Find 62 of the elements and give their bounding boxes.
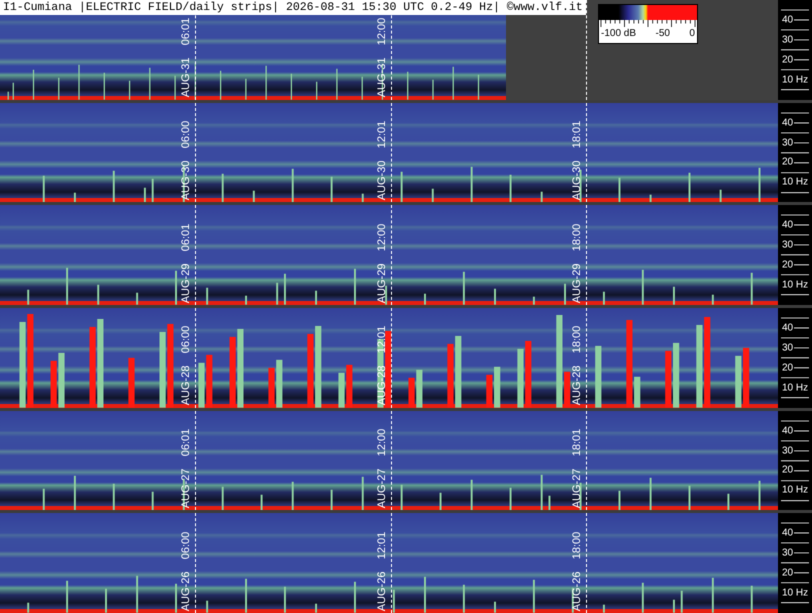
time-label: 18:01: [570, 429, 583, 457]
time-label: 12:00: [376, 18, 388, 46]
time-label: 18:00: [570, 326, 583, 354]
frequency-label: 40: [781, 425, 794, 436]
frequency-label: 40: [781, 117, 794, 128]
time-label: 12:00: [376, 224, 388, 252]
frequency-label: 30: [781, 342, 794, 354]
frequency-label: 10 Hz: [781, 176, 810, 188]
date-label: AUG-28: [376, 366, 388, 406]
date-label: AUG-29: [570, 263, 583, 304]
frequency-label: 10 Hz: [781, 280, 810, 291]
time-label: 06:00: [180, 326, 192, 354]
scale-label: -50: [656, 28, 670, 39]
frequency-label: 20: [781, 362, 794, 374]
frequency-label: 10 Hz: [781, 588, 810, 599]
frequency-label: 40: [781, 220, 794, 231]
time-label: 12:01: [376, 532, 388, 560]
date-label: AUG-30: [376, 160, 388, 200]
time-label: 06:00: [180, 532, 192, 560]
frequency-label: 10 Hz: [781, 382, 810, 394]
frequency-label: 20: [781, 464, 794, 476]
date-label: AUG-27: [570, 468, 583, 508]
frequency-label: 40: [781, 528, 794, 539]
time-label: 06:01: [180, 429, 192, 457]
chart-title: I1-Cumiana |ELECTRIC FIELD/daily strips| 2026-08-31 15:30 UTC 0.2-49 Hz| ©www.vlf.it: [0, 0, 586, 15]
frequency-label: 20: [781, 260, 794, 271]
date-label: AUG-26: [570, 571, 583, 612]
frequency-label: 30: [781, 137, 794, 148]
date-label: AUG-26: [180, 571, 192, 612]
time-label: 18:01: [570, 121, 583, 149]
frequency-label: 10 Hz: [781, 74, 810, 86]
frequency-label: 30: [781, 240, 794, 251]
time-label: 18:00: [570, 532, 583, 560]
date-label: AUG-27: [376, 468, 388, 508]
time-label: 18:00: [570, 224, 583, 252]
date-label: AUG-30: [180, 160, 192, 200]
frequency-label: 20: [781, 568, 794, 579]
time-label: 06:01: [180, 224, 192, 252]
frequency-label: 30: [781, 445, 794, 456]
date-label: AUG-29: [376, 263, 388, 304]
time-label: 12:00: [376, 429, 388, 457]
frequency-label: 30: [781, 548, 794, 559]
time-label: 06:00: [180, 121, 192, 149]
date-label: AUG-31: [180, 58, 192, 98]
date-label: AUG-26: [376, 571, 388, 612]
frequency-label: 30: [781, 34, 794, 46]
time-label: 12:01: [376, 121, 388, 149]
scale-label: 0: [689, 28, 695, 39]
frequency-label: 20: [781, 54, 794, 66]
time-label: 06:01: [180, 18, 192, 46]
scale-label: -100 dB: [601, 28, 636, 39]
date-label: AUG-28: [570, 366, 583, 406]
date-label: AUG-31: [376, 58, 388, 98]
frequency-label: 20: [781, 156, 794, 168]
date-label: AUG-30: [570, 160, 583, 200]
date-label: AUG-29: [180, 263, 192, 304]
date-label: AUG-27: [180, 468, 192, 508]
time-label: 12:01: [376, 326, 388, 354]
date-label: AUG-28: [180, 366, 192, 406]
frequency-label: 10 Hz: [781, 484, 810, 496]
frequency-label: 40: [781, 14, 794, 26]
frequency-label: 40: [781, 322, 794, 334]
